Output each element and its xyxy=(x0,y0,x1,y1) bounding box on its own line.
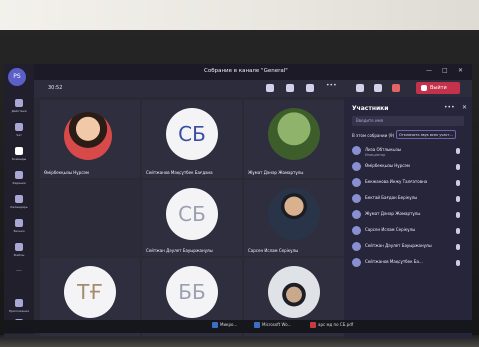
close-icon[interactable]: ✕ xyxy=(462,104,467,111)
word-icon xyxy=(254,322,260,328)
participant-row[interactable]: Сарсен Ислам Серікұлы xyxy=(352,225,466,238)
participants-icon[interactable] xyxy=(266,84,274,92)
microphone-icon[interactable] xyxy=(374,84,382,92)
taskbar-item[interactable]: арс мд по СБ.pdf xyxy=(310,322,353,328)
chat-icon xyxy=(15,123,23,131)
participant-row[interactable]: Жұмат Дәнәр Жомартұлы xyxy=(352,209,466,222)
participant-photo xyxy=(268,266,320,318)
avatar xyxy=(352,178,361,187)
microphone-off-icon xyxy=(456,164,460,170)
share-icon[interactable] xyxy=(392,84,400,92)
avatar xyxy=(352,146,361,155)
participant-row[interactable]: Сейтжанов Мақсұтбек Ба... xyxy=(352,257,466,270)
window-title: Собрание в канале "General" xyxy=(204,68,288,74)
mute-all-button[interactable]: Отключить звук всех участ... xyxy=(396,130,456,139)
rail-item-teams[interactable]: Команды xyxy=(4,144,34,168)
participant-row[interactable]: Лиза Обтлыкызы Инициатор xyxy=(352,145,466,158)
rail-item-chat[interactable]: Чат xyxy=(4,120,34,144)
bell-icon xyxy=(15,99,23,107)
more-icon[interactable]: ••• xyxy=(326,82,337,90)
assignments-icon xyxy=(15,171,23,179)
video-tile xyxy=(40,180,140,256)
user-avatar[interactable]: PS xyxy=(8,68,26,86)
meeting-timer: 30:52 xyxy=(48,85,63,91)
section-label: В этом собрании (9) xyxy=(352,133,395,138)
participant-photo xyxy=(64,112,112,160)
app-icon xyxy=(212,322,218,328)
avatar xyxy=(352,210,361,219)
microphone-off-icon xyxy=(456,212,460,218)
taskbar-item[interactable]: Микро... xyxy=(212,322,237,328)
close-button[interactable]: ✕ xyxy=(458,67,463,74)
participant-row[interactable]: Бектай Бағдан Берікұлы xyxy=(352,193,466,206)
avatar xyxy=(352,258,361,267)
video-tile[interactable]: СБ Сейтжан Дәулет Бауыржанұлы xyxy=(142,180,242,256)
participant-initials-avatar: ТҒ xyxy=(64,266,116,318)
microphone-off-icon xyxy=(456,180,460,186)
rail-item-more[interactable]: ... xyxy=(4,262,34,286)
microphone-icon xyxy=(456,148,460,154)
meeting-toolbar: 30:52 ••• Выйти xyxy=(34,80,472,97)
reactions-icon[interactable] xyxy=(306,84,314,92)
apps-icon xyxy=(15,299,23,307)
participant-photo xyxy=(268,108,320,160)
video-tile[interactable]: СБ Сейтжанов Мақсұтбек Бағдана xyxy=(142,100,242,178)
participant-initials-avatar: СБ xyxy=(166,108,218,160)
rail-item-assignments[interactable]: Задания xyxy=(4,168,34,192)
participant-photo xyxy=(268,188,320,240)
app-rail: PS Действия Чат Команды Задания Календар… xyxy=(4,64,34,334)
taskbar-item[interactable]: Microsoft Wo... xyxy=(254,322,291,328)
files-icon xyxy=(15,243,23,251)
video-tile[interactable]: Өмірбекқызы Нұрсәм xyxy=(40,100,140,178)
phone-icon xyxy=(421,85,427,91)
participant-row[interactable]: Сейтжан Дәулет Бауыржанұлы xyxy=(352,241,466,254)
avatar xyxy=(352,242,361,251)
title-bar: Собрание в канале "General" — □ ✕ xyxy=(34,64,472,80)
participant-row[interactable]: Бекжанова Инжу Талғатовна xyxy=(352,177,466,190)
minimize-button[interactable]: — xyxy=(426,67,432,74)
pdf-icon xyxy=(310,322,316,328)
panel-title: Участники xyxy=(352,105,389,112)
os-taskbar: Микро... Microsoft Wo... арс мд по СБ.pd… xyxy=(4,320,472,333)
participant-initials-avatar: ББ xyxy=(166,266,218,318)
rail-item-activity[interactable]: Действия xyxy=(4,96,34,120)
teams-icon xyxy=(15,147,23,155)
participants-panel: Участники ••• ✕ Введите имя В этом собра… xyxy=(344,97,472,338)
rail-item-calls[interactable]: Звонки xyxy=(4,216,34,240)
video-grid: Өмірбекқызы Нұрсәм СБ Сейтжанов Мақсұтбе… xyxy=(40,100,344,336)
teams-window: PS Действия Чат Команды Задания Календар… xyxy=(4,64,472,338)
microphone-off-icon xyxy=(456,260,460,266)
more-icon[interactable]: ••• xyxy=(444,104,455,111)
video-tile[interactable]: Сарсен Ислам Серікұлы xyxy=(244,180,344,256)
wall-background xyxy=(0,0,479,30)
participant-row[interactable]: Өмірбекқызы Нұрсәм xyxy=(352,161,466,174)
avatar xyxy=(352,162,361,171)
microphone-off-icon xyxy=(456,228,460,234)
calendar-icon xyxy=(15,195,23,203)
participant-search-input[interactable]: Введите имя xyxy=(352,116,464,126)
chat-icon[interactable] xyxy=(286,84,294,92)
microphone-off-icon xyxy=(456,196,460,202)
phone-icon xyxy=(15,219,23,227)
participant-initials-avatar: СБ xyxy=(166,188,218,240)
microphone-off-icon xyxy=(456,244,460,250)
avatar xyxy=(352,194,361,203)
maximize-button[interactable]: □ xyxy=(442,67,448,74)
video-tile[interactable]: Жұмат Дәнәр Жомартұлы xyxy=(244,100,344,178)
camera-icon[interactable] xyxy=(356,84,364,92)
avatar xyxy=(352,226,361,235)
rail-item-calendar[interactable]: Календарь xyxy=(4,192,34,216)
leave-button[interactable]: Выйти xyxy=(416,82,460,94)
rail-item-files[interactable]: Файлы xyxy=(4,240,34,264)
